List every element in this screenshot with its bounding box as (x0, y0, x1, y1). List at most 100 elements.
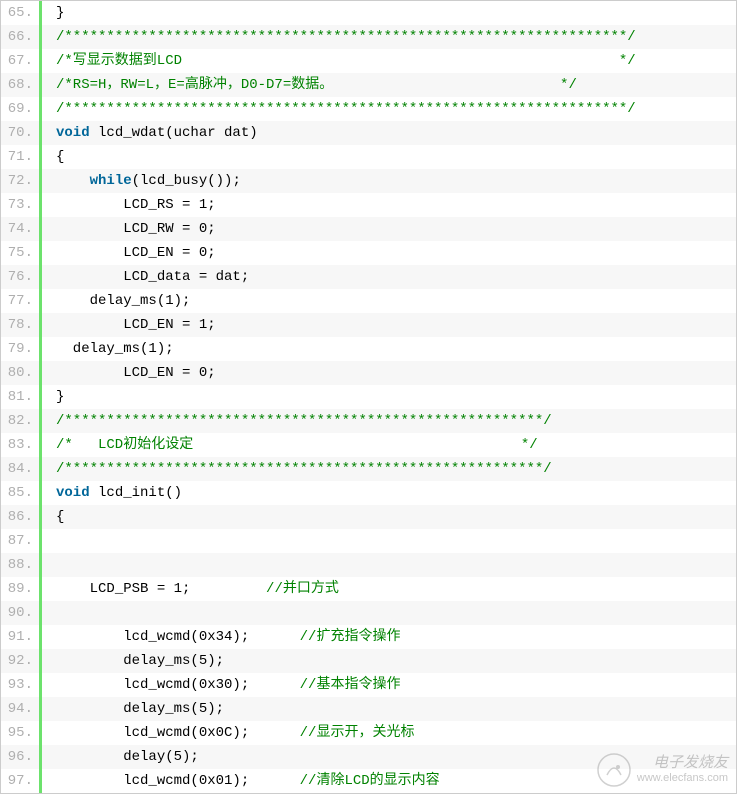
code-content: } (42, 385, 64, 409)
line-number: 94. (1, 697, 39, 721)
code-line: 71.{ (1, 145, 736, 169)
code-line: 87. (1, 529, 736, 553)
code-line: 88. (1, 553, 736, 577)
code-content: /***************************************… (42, 25, 636, 49)
line-number: 87. (1, 529, 39, 553)
code-content: delay_ms(5); (42, 649, 224, 673)
code-content: LCD_EN = 1; (42, 313, 216, 337)
code-content: delay_ms(1); (42, 289, 190, 313)
code-line: 96. delay(5); (1, 745, 736, 769)
code-content: lcd_wcmd(0x34); //扩充指令操作 (42, 625, 400, 649)
code-content: lcd_wcmd(0x30); //基本指令操作 (42, 673, 400, 697)
code-line: 65.} (1, 1, 736, 25)
code-content: LCD_RS = 1; (42, 193, 216, 217)
line-number: 78. (1, 313, 39, 337)
line-number: 92. (1, 649, 39, 673)
code-line: 70.void lcd_wdat(uchar dat) (1, 121, 736, 145)
line-number: 90. (1, 601, 39, 625)
code-line: 82./************************************… (1, 409, 736, 433)
code-line: 86.{ (1, 505, 736, 529)
line-number: 68. (1, 73, 39, 97)
line-number: 72. (1, 169, 39, 193)
code-content: while(lcd_busy()); (42, 169, 241, 193)
code-content: delay_ms(1); (42, 337, 174, 361)
code-line: 77. delay_ms(1); (1, 289, 736, 313)
line-number: 88. (1, 553, 39, 577)
code-line: 90. (1, 601, 736, 625)
line-number: 97. (1, 769, 39, 793)
line-number: 95. (1, 721, 39, 745)
line-number: 65. (1, 1, 39, 25)
code-line: 84./************************************… (1, 457, 736, 481)
code-content: LCD_PSB = 1; //并口方式 (42, 577, 339, 601)
line-number: 96. (1, 745, 39, 769)
code-content (42, 553, 56, 577)
line-number: 93. (1, 673, 39, 697)
code-content: { (42, 145, 64, 169)
code-content: /***************************************… (42, 97, 636, 121)
line-number: 70. (1, 121, 39, 145)
code-line: 89. LCD_PSB = 1; //并口方式 (1, 577, 736, 601)
code-content: /*RS=H，RW=L，E=高脉冲，D0-D7=数据。 */ (42, 73, 577, 97)
code-content: { (42, 505, 64, 529)
line-number: 79. (1, 337, 39, 361)
code-line: 81.} (1, 385, 736, 409)
code-line: 68./*RS=H，RW=L，E=高脉冲，D0-D7=数据。 */ (1, 73, 736, 97)
code-line: 69./************************************… (1, 97, 736, 121)
line-number: 80. (1, 361, 39, 385)
line-number: 76. (1, 265, 39, 289)
code-line: 74. LCD_RW = 0; (1, 217, 736, 241)
code-line: 95. lcd_wcmd(0x0C); //显示开，关光标 (1, 721, 736, 745)
code-content: } (42, 1, 64, 25)
code-line: 78. LCD_EN = 1; (1, 313, 736, 337)
line-number: 69. (1, 97, 39, 121)
code-content: LCD_data = dat; (42, 265, 249, 289)
line-number: 89. (1, 577, 39, 601)
line-number: 66. (1, 25, 39, 49)
code-content: /* LCD初始化设定 */ (42, 433, 538, 457)
code-content: lcd_wcmd(0x0C); //显示开，关光标 (42, 721, 414, 745)
line-number: 83. (1, 433, 39, 457)
line-number: 71. (1, 145, 39, 169)
code-content (42, 529, 56, 553)
code-line: 80. LCD_EN = 0; (1, 361, 736, 385)
code-content: /***************************************… (42, 409, 552, 433)
code-content: void lcd_init() (42, 481, 182, 505)
code-line: 76. LCD_data = dat; (1, 265, 736, 289)
code-content: lcd_wcmd(0x01); //清除LCD的显示内容 (42, 769, 440, 793)
code-line: 75. LCD_EN = 0; (1, 241, 736, 265)
line-number: 75. (1, 241, 39, 265)
code-content: delay_ms(5); (42, 697, 224, 721)
line-number: 74. (1, 217, 39, 241)
code-line: 83./* LCD初始化设定 */ (1, 433, 736, 457)
line-number: 91. (1, 625, 39, 649)
code-line: 79. delay_ms(1); (1, 337, 736, 361)
code-content: LCD_EN = 0; (42, 241, 216, 265)
code-content: /*写显示数据到LCD */ (42, 49, 636, 73)
line-number: 73. (1, 193, 39, 217)
code-line: 93. lcd_wcmd(0x30); //基本指令操作 (1, 673, 736, 697)
line-number: 67. (1, 49, 39, 73)
code-line: 92. delay_ms(5); (1, 649, 736, 673)
code-content: void lcd_wdat(uchar dat) (42, 121, 258, 145)
line-number: 85. (1, 481, 39, 505)
code-content (42, 601, 56, 625)
code-content: LCD_EN = 0; (42, 361, 216, 385)
code-content: LCD_RW = 0; (42, 217, 216, 241)
code-block: 65.}66./********************************… (0, 0, 737, 794)
code-line: 97. lcd_wcmd(0x01); //清除LCD的显示内容 (1, 769, 736, 793)
line-number: 82. (1, 409, 39, 433)
code-content: delay(5); (42, 745, 199, 769)
code-line: 72. while(lcd_busy()); (1, 169, 736, 193)
line-number: 84. (1, 457, 39, 481)
line-number: 81. (1, 385, 39, 409)
code-line: 91. lcd_wcmd(0x34); //扩充指令操作 (1, 625, 736, 649)
code-line: 85.void lcd_init() (1, 481, 736, 505)
code-content: /***************************************… (42, 457, 552, 481)
code-line: 66./************************************… (1, 25, 736, 49)
code-line: 67./*写显示数据到LCD */ (1, 49, 736, 73)
code-line: 94. delay_ms(5); (1, 697, 736, 721)
line-number: 77. (1, 289, 39, 313)
code-line: 73. LCD_RS = 1; (1, 193, 736, 217)
line-number: 86. (1, 505, 39, 529)
